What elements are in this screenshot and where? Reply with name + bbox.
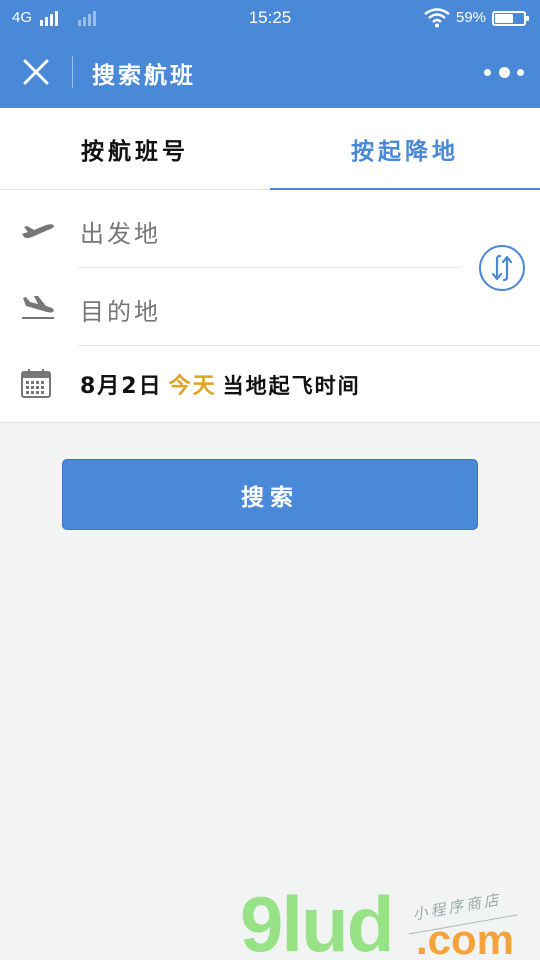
more-menu-button[interactable] [484,58,524,86]
tab-by-flight-number[interactable]: 按航班号 [0,108,270,190]
status-bar: 4G 15:25 59% [0,0,540,36]
page-title: 搜索航班 [92,63,196,89]
search-form: 出发地 目的地 8月2日 今天 当地起飞时间 [0,190,540,423]
departure-placeholder: 出发地 [80,220,161,248]
swap-icon[interactable] [478,244,526,292]
calendar-icon [21,369,51,398]
today-tag: 今天 [168,374,217,399]
battery-fill [495,14,513,23]
date-note: 当地起飞时间 [222,374,361,398]
landing-icon [22,296,54,319]
battery-percent: 59% [456,9,487,26]
wifi-icon [424,8,450,28]
watermark-logo: 9lud [240,880,394,960]
arrival-field[interactable]: 目的地 [0,268,540,346]
tab-by-route[interactable]: 按起降地 [270,108,540,191]
search-mode-tabs: 按航班号 按起降地 [0,108,540,191]
battery-icon [492,11,529,26]
nav-bar: 搜索航班 [0,36,540,108]
search-button[interactable]: 搜索 [62,459,478,530]
watermark: 9lud .com 小程序商店 [240,880,540,960]
date-field[interactable]: 8月2日 今天 当地起飞时间 [0,346,540,423]
nav-divider [72,56,73,88]
departure-field[interactable]: 出发地 [0,190,540,268]
tab-by-route-label: 按起降地 [351,139,459,165]
date-display: 8月2日 今天 当地起飞时间 [80,368,361,400]
close-icon[interactable] [20,56,52,88]
takeoff-icon [22,224,54,238]
arrival-placeholder: 目的地 [80,298,161,326]
date-value: 8月2日 [80,374,163,399]
